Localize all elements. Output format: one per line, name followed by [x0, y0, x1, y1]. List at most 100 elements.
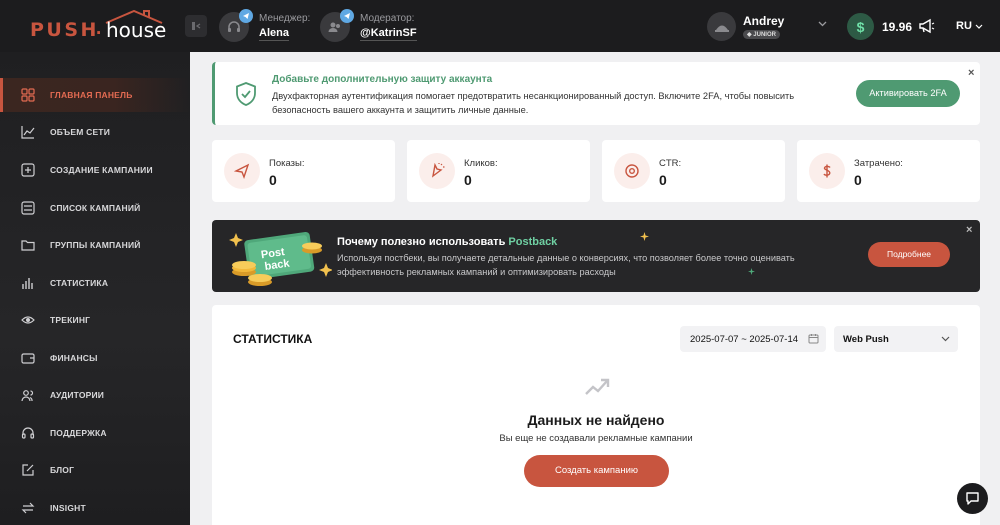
sidebar-item-label: ОБЪЕМ СЕТИ [50, 127, 111, 137]
user-level-badge: ◆ JUNIOR [743, 30, 780, 39]
send-icon [224, 153, 260, 189]
date-range-picker[interactable]: 2025-07-07 ~ 2025-07-14 [680, 326, 826, 352]
moderator-label: Модератор: [360, 13, 415, 24]
stat-card-ctr: CTR: 0 [602, 140, 785, 202]
sidebar-item-label: ТРЕКИНГ [50, 315, 91, 325]
stat-value: 0 [464, 172, 472, 188]
sparkle-icon [640, 232, 649, 241]
user-level-text: JUNIOR [753, 32, 776, 38]
sidebar-item-campaign-groups[interactable]: ГРУППЫ КАМПАНИЙ [0, 228, 190, 262]
manager-contact[interactable]: Менеджер: Alena [219, 9, 319, 42]
stat-card-spent: Затрачено: 0 [797, 140, 980, 202]
edit-icon [22, 464, 34, 476]
sidebar-item-campaign-list[interactable]: СПИСОК КАМПАНИЙ [0, 191, 190, 225]
sidebar-item-insight[interactable]: INSIGHT [0, 491, 190, 525]
hat-icon [714, 25, 729, 32]
chat-button[interactable] [957, 483, 988, 514]
stat-label: Кликов: [464, 158, 498, 169]
user-menu[interactable]: Andrey ◆ JUNIOR [707, 12, 827, 42]
manager-name[interactable]: Alena [259, 27, 289, 41]
megaphone-icon[interactable] [917, 17, 935, 35]
sidebar-item-label: СОЗДАНИЕ КАМПАНИИ [50, 165, 153, 175]
user-name: Andrey [743, 14, 785, 28]
folder-icon [21, 240, 35, 251]
eye-icon [21, 316, 35, 324]
alert-description: Двухфакторная аутентификация помогает пр… [272, 91, 795, 115]
stat-label: Затрачено: [854, 158, 903, 169]
plus-square-icon [21, 163, 35, 177]
main-content: Добавьте дополнительную защиту аккаунта … [190, 52, 1000, 525]
sidebar-item-label: СТАТИСТИКА [50, 278, 109, 288]
sidebar-item-finance[interactable]: ФИНАНСЫ [0, 341, 190, 375]
chat-icon [966, 492, 979, 505]
sidebar-item-statistics[interactable]: СТАТИСТИКА [0, 266, 190, 300]
sidebar-item-dashboard[interactable]: ГЛАВНАЯ ПАНЕЛЬ [0, 78, 190, 112]
learn-more-button[interactable]: Подробнее [868, 242, 950, 267]
moderator-name[interactable]: @KatrinSF [360, 27, 417, 41]
activate-2fa-button[interactable]: Активировать 2FA [856, 80, 960, 107]
statistics-title: СТАТИСТИКА [233, 332, 313, 346]
date-range-value: 2025-07-07 ~ 2025-07-14 [690, 334, 799, 345]
promo-description: Используя постбеки, вы получаете детальн… [337, 253, 795, 277]
promo-title-prefix: Почему полезно использовать [337, 236, 509, 248]
target-icon [614, 153, 650, 189]
logo[interactable]: PUSH . house [30, 10, 170, 42]
sidebar-item-support[interactable]: ПОДДЕРЖКА [0, 416, 190, 450]
sidebar-item-label: ГЛАВНАЯ ПАНЕЛЬ [50, 90, 133, 100]
stat-value: 0 [659, 172, 667, 188]
security-alert: Добавьте дополнительную защиту аккаунта … [212, 62, 980, 125]
telegram-icon[interactable] [340, 9, 354, 23]
sidebar-item-label: АУДИТОРИИ [50, 390, 105, 400]
sidebar-item-create-campaign[interactable]: СОЗДАНИЕ КАМПАНИИ [0, 153, 190, 187]
sidebar: ГЛАВНАЯ ПАНЕЛЬ ОБЪЕМ СЕТИ СОЗДАНИЕ КАМПА… [0, 52, 190, 525]
cursor-click-icon [419, 153, 455, 189]
chevron-down-icon [818, 21, 827, 27]
stat-value: 0 [854, 172, 862, 188]
language-selector[interactable]: RU [956, 20, 972, 32]
stat-value: 0 [269, 172, 277, 188]
stat-label: CTR: [659, 158, 682, 169]
grid-icon [21, 88, 35, 102]
collapse-sidebar-button[interactable] [185, 15, 207, 37]
create-campaign-button[interactable]: Создать кампанию [524, 455, 669, 487]
wallet-icon [21, 353, 35, 364]
telegram-icon[interactable] [239, 9, 253, 23]
manager-label: Менеджер: [259, 13, 311, 24]
promo-title: Почему полезно использовать Postback [337, 236, 557, 248]
stat-label: Показы: [269, 158, 305, 169]
sidebar-item-label: ГРУППЫ КАМПАНИЙ [50, 240, 141, 250]
stat-card-clicks: Кликов: 0 [407, 140, 590, 202]
sidebar-item-label: СПИСОК КАМПАНИЙ [50, 203, 141, 213]
dollar-icon: $ [847, 13, 874, 40]
moderator-contact[interactable]: Модератор: @KatrinSF [320, 9, 430, 42]
alert-title: Добавьте дополнительную защиту аккаунта [272, 74, 493, 85]
sidebar-item-audiences[interactable]: АУДИТОРИИ [0, 378, 190, 412]
headset-icon [228, 21, 240, 32]
empty-state-description: Вы еще не создавали рекламные кампании [499, 433, 693, 444]
campaign-type-select[interactable]: Web Push [834, 326, 958, 352]
chart-line-icon [21, 126, 35, 139]
sidebar-item-network-volume[interactable]: ОБЪЕМ СЕТИ [0, 115, 190, 149]
sidebar-item-blog[interactable]: БЛОГ [0, 453, 190, 487]
close-icon[interactable]: × [966, 225, 972, 236]
postback-illustration: Post back [229, 231, 332, 286]
swap-icon [21, 502, 35, 514]
balance[interactable]: $ 19.96 [847, 13, 917, 41]
postback-promo-banner: Post back Почему полезно использовать Po… [212, 220, 980, 292]
statistics-card: СТАТИСТИКА 2025-07-07 ~ 2025-07-14 Web P… [212, 305, 980, 525]
logo-text-dot: . [96, 18, 102, 39]
empty-state-title: Данных не найдено [527, 412, 665, 428]
stat-card-impressions: Показы: 0 [212, 140, 395, 202]
collapse-icon [192, 22, 201, 30]
sidebar-item-label: ПОДДЕРЖКА [50, 428, 107, 438]
bar-chart-icon [22, 278, 33, 289]
sidebar-item-tracking[interactable]: ТРЕКИНГ [0, 303, 190, 337]
sidebar-item-label: ФИНАНСЫ [50, 353, 98, 363]
user-group-icon [328, 22, 340, 32]
close-icon[interactable]: × [968, 68, 974, 79]
shield-check-icon [236, 82, 256, 106]
calendar-icon [808, 334, 819, 344]
logo-text-push: PUSH [30, 19, 99, 41]
list-icon [21, 201, 35, 215]
promo-title-accent: Postback [508, 236, 558, 248]
